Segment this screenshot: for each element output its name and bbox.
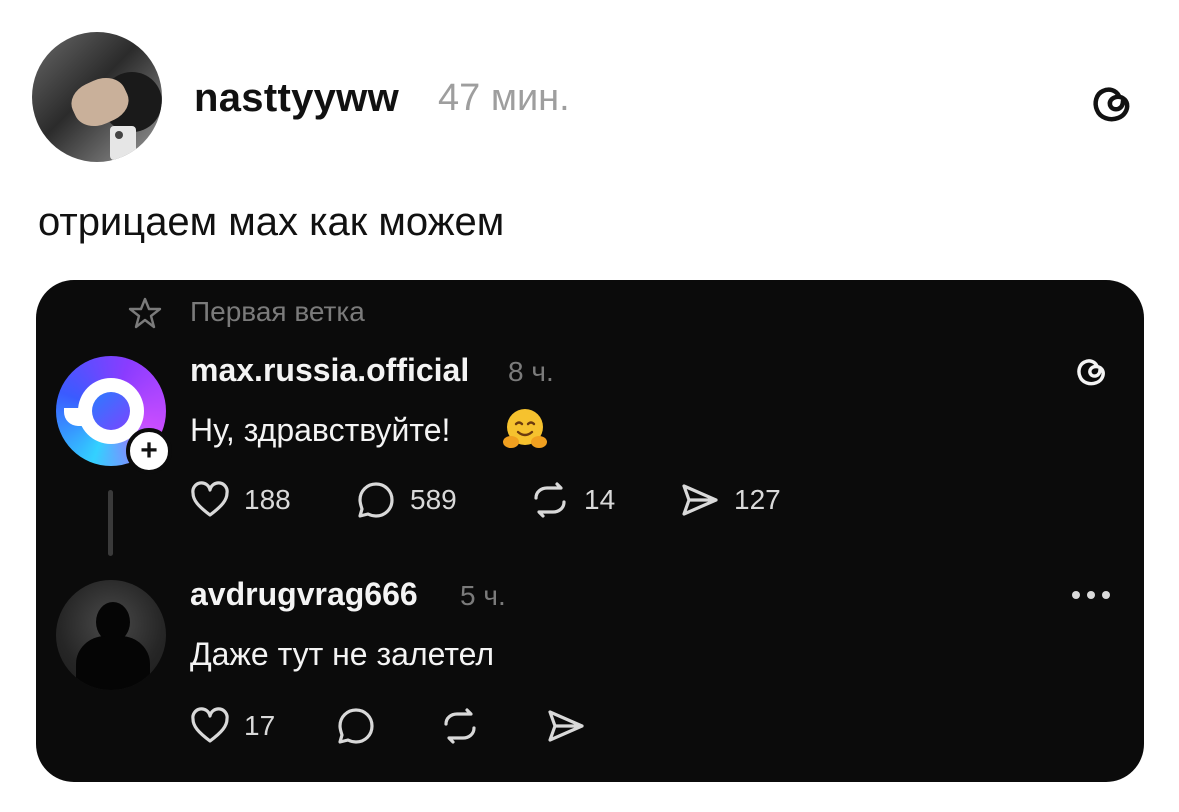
reply1-share-button[interactable]: 127 xyxy=(678,478,781,522)
reply1-share-count: 127 xyxy=(734,484,781,515)
comment-bubble-icon xyxy=(338,708,374,744)
reply1-like-count: 188 xyxy=(244,484,291,515)
reply2-timestamp: 5 ч. xyxy=(460,580,506,611)
reply2-text: Даже тут не залетел xyxy=(190,636,495,672)
first-thread-label: Первая ветка xyxy=(190,296,365,327)
post-text: отрицаем мах как можем xyxy=(38,200,505,244)
reply2-like-button[interactable]: 17 xyxy=(188,704,275,748)
reply1-timestamp: 8 ч. xyxy=(508,356,554,387)
heart-icon xyxy=(191,481,229,517)
author-avatar[interactable] xyxy=(32,32,162,162)
reply2-like-count: 17 xyxy=(244,710,276,741)
threads-logo-icon[interactable] xyxy=(1070,352,1110,392)
repost-icon xyxy=(534,482,566,518)
reply1-comment-button[interactable]: 589 xyxy=(354,478,457,522)
hugging-face-icon xyxy=(503,409,547,448)
comment-bubble-icon xyxy=(358,482,394,518)
share-send-icon xyxy=(682,484,718,516)
reply1-username[interactable]: max.russia.official xyxy=(190,352,469,389)
reply1-comment-count: 589 xyxy=(410,484,457,515)
reply2-comment-button[interactable] xyxy=(334,704,378,748)
threads-logo-icon[interactable] xyxy=(1084,78,1136,130)
reply1-repost-button[interactable]: 14 xyxy=(528,478,615,522)
reply2-repost-button[interactable] xyxy=(438,704,482,748)
post-timestamp: 47 мин. xyxy=(438,77,570,119)
reply2-share-button[interactable] xyxy=(544,704,588,748)
repost-icon xyxy=(444,708,476,744)
avdrugvrag-avatar[interactable] xyxy=(56,580,166,690)
follow-plus-button[interactable]: + xyxy=(126,428,172,474)
author-username[interactable]: nasttyyww xyxy=(194,76,399,121)
share-send-icon xyxy=(548,710,584,742)
reply1-repost-count: 14 xyxy=(584,484,616,515)
reply2-username[interactable]: avdrugvrag666 xyxy=(190,576,418,613)
star-icon xyxy=(128,297,162,329)
more-options-icon[interactable] xyxy=(1068,580,1114,610)
reply1-like-button[interactable]: 188 xyxy=(188,478,291,522)
reply1-text: Ну, здравствуйте! xyxy=(190,412,451,448)
heart-icon xyxy=(191,707,229,743)
thread-connector-line xyxy=(108,490,113,556)
